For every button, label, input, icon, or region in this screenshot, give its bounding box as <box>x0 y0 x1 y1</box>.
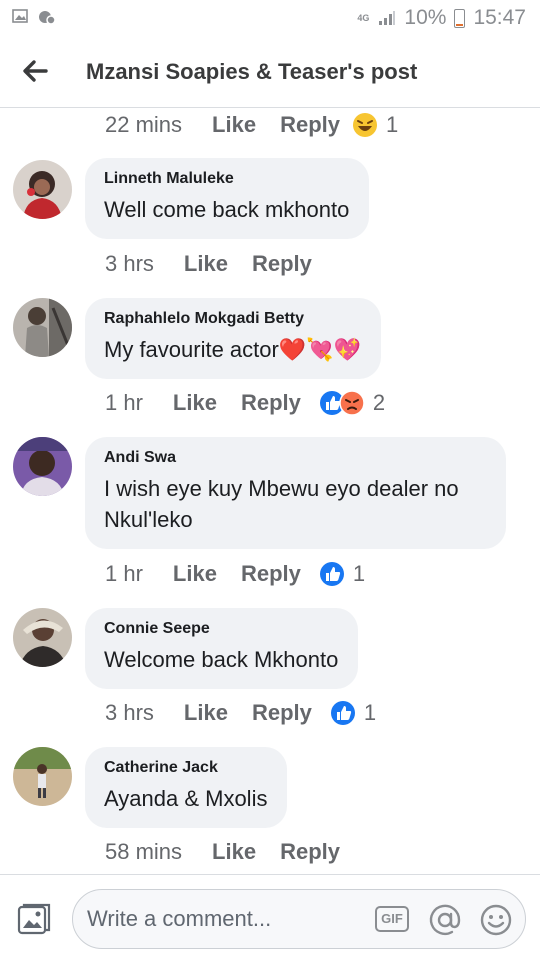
like-button[interactable]: Like <box>173 390 217 416</box>
comment-actions: 3 hrs Like Reply 1 <box>105 700 376 726</box>
reaction-count: 1 <box>352 561 366 586</box>
post-header: Mzansi Soapies & Teaser's post <box>0 38 540 108</box>
comment-bubble[interactable]: Connie Seepe Welcome back Mkhonto <box>85 608 359 689</box>
like-reaction-icon[interactable] <box>319 561 345 587</box>
reaction-count: 2 <box>372 390 386 415</box>
avatar[interactable] <box>13 747 72 806</box>
comment-time: 1 hr <box>105 561 143 586</box>
reply-button[interactable]: Reply <box>252 251 312 277</box>
signal-icon <box>379 11 396 25</box>
comment-input[interactable] <box>87 900 367 938</box>
comment-text: I wish eye kuy Mbewu eyo dealer no Nkul'… <box>104 476 459 532</box>
emoji-sequence: ❤️💘💖 <box>278 337 362 362</box>
haha-reaction-icon[interactable] <box>352 112 378 138</box>
comment-actions: 1 hr Like Reply 1 <box>105 561 365 587</box>
comment-actions: 1 hr Like Reply 2 <box>105 390 385 416</box>
reaction-count: 1 <box>386 112 399 137</box>
gif-button[interactable]: GIF <box>375 906 409 932</box>
clock: 15:47 <box>473 6 526 29</box>
comment-time: 58 mins <box>105 839 183 864</box>
avatar[interactable] <box>13 160 72 219</box>
comment-time: 1 hr <box>105 390 143 415</box>
comment-actions-previous: 22 mins Like Reply 1 <box>105 112 398 138</box>
comment-text: My favourite actor❤️💘💖 <box>104 337 362 362</box>
avatar[interactable] <box>13 437 72 496</box>
gallery-notification-icon <box>12 9 28 23</box>
like-button[interactable]: Like <box>184 251 228 277</box>
comment-text: Ayanda & Mxolis <box>104 786 268 811</box>
comment-bubble[interactable]: Raphahlelo Mokgadi Betty My favourite ac… <box>85 298 382 379</box>
avatar[interactable] <box>13 298 72 357</box>
comment-bubble[interactable]: Catherine Jack Ayanda & Mxolis <box>85 747 288 828</box>
comment-bubble[interactable]: Linneth Maluleke Well come back mkhonto <box>85 158 370 239</box>
comment-author[interactable]: Linneth Maluleke <box>104 170 349 188</box>
like-button[interactable]: Like <box>173 561 217 587</box>
battery-icon <box>454 8 466 28</box>
reaction-count: 1 <box>363 700 377 725</box>
comment-actions: 3 hrs Like Reply <box>105 251 336 277</box>
like-button[interactable]: Like <box>184 700 228 726</box>
angry-reaction-icon[interactable] <box>339 390 365 416</box>
reply-button[interactable]: Reply <box>241 561 301 587</box>
comment-input-container[interactable]: GIF <box>72 889 526 949</box>
comment-actions: 58 mins Like Reply <box>105 839 364 865</box>
like-button[interactable]: Like <box>212 112 256 138</box>
comment-author[interactable]: Raphahlelo Mokgadi Betty <box>104 310 361 328</box>
reply-button[interactable]: Reply <box>241 390 301 416</box>
comment-author[interactable]: Andi Swa <box>104 449 486 467</box>
back-arrow-icon[interactable] <box>20 56 50 86</box>
comment-time: 22 mins <box>105 112 183 137</box>
like-button[interactable]: Like <box>212 839 256 865</box>
status-bar: 4G 10% 15:47 <box>0 0 540 38</box>
comment-bubble[interactable]: Andi Swa I wish eye kuy Mbewu eyo dealer… <box>85 437 506 549</box>
comment-composer: GIF <box>0 874 540 960</box>
comment-text: Welcome back Mkhonto <box>104 647 339 672</box>
battery-percent: 10% <box>404 6 447 29</box>
emoji-icon[interactable] <box>479 903 513 937</box>
mention-icon[interactable] <box>428 903 462 937</box>
comment-author[interactable]: Connie Seepe <box>104 620 338 638</box>
like-reaction-icon[interactable] <box>330 700 356 726</box>
reply-button[interactable]: Reply <box>280 112 340 138</box>
comment-text: Well come back mkhonto <box>104 197 350 222</box>
page-title: Mzansi Soapies & Teaser's post <box>86 59 418 84</box>
network-type: 4G <box>357 12 370 23</box>
reply-button[interactable]: Reply <box>280 839 340 865</box>
reply-button[interactable]: Reply <box>252 700 312 726</box>
comment-time: 3 hrs <box>105 251 154 276</box>
photo-icon[interactable] <box>16 901 52 937</box>
settings-notification-icon <box>39 11 56 25</box>
comment-author[interactable]: Catherine Jack <box>104 759 267 777</box>
avatar[interactable] <box>13 608 72 667</box>
comment-time: 3 hrs <box>105 700 154 725</box>
